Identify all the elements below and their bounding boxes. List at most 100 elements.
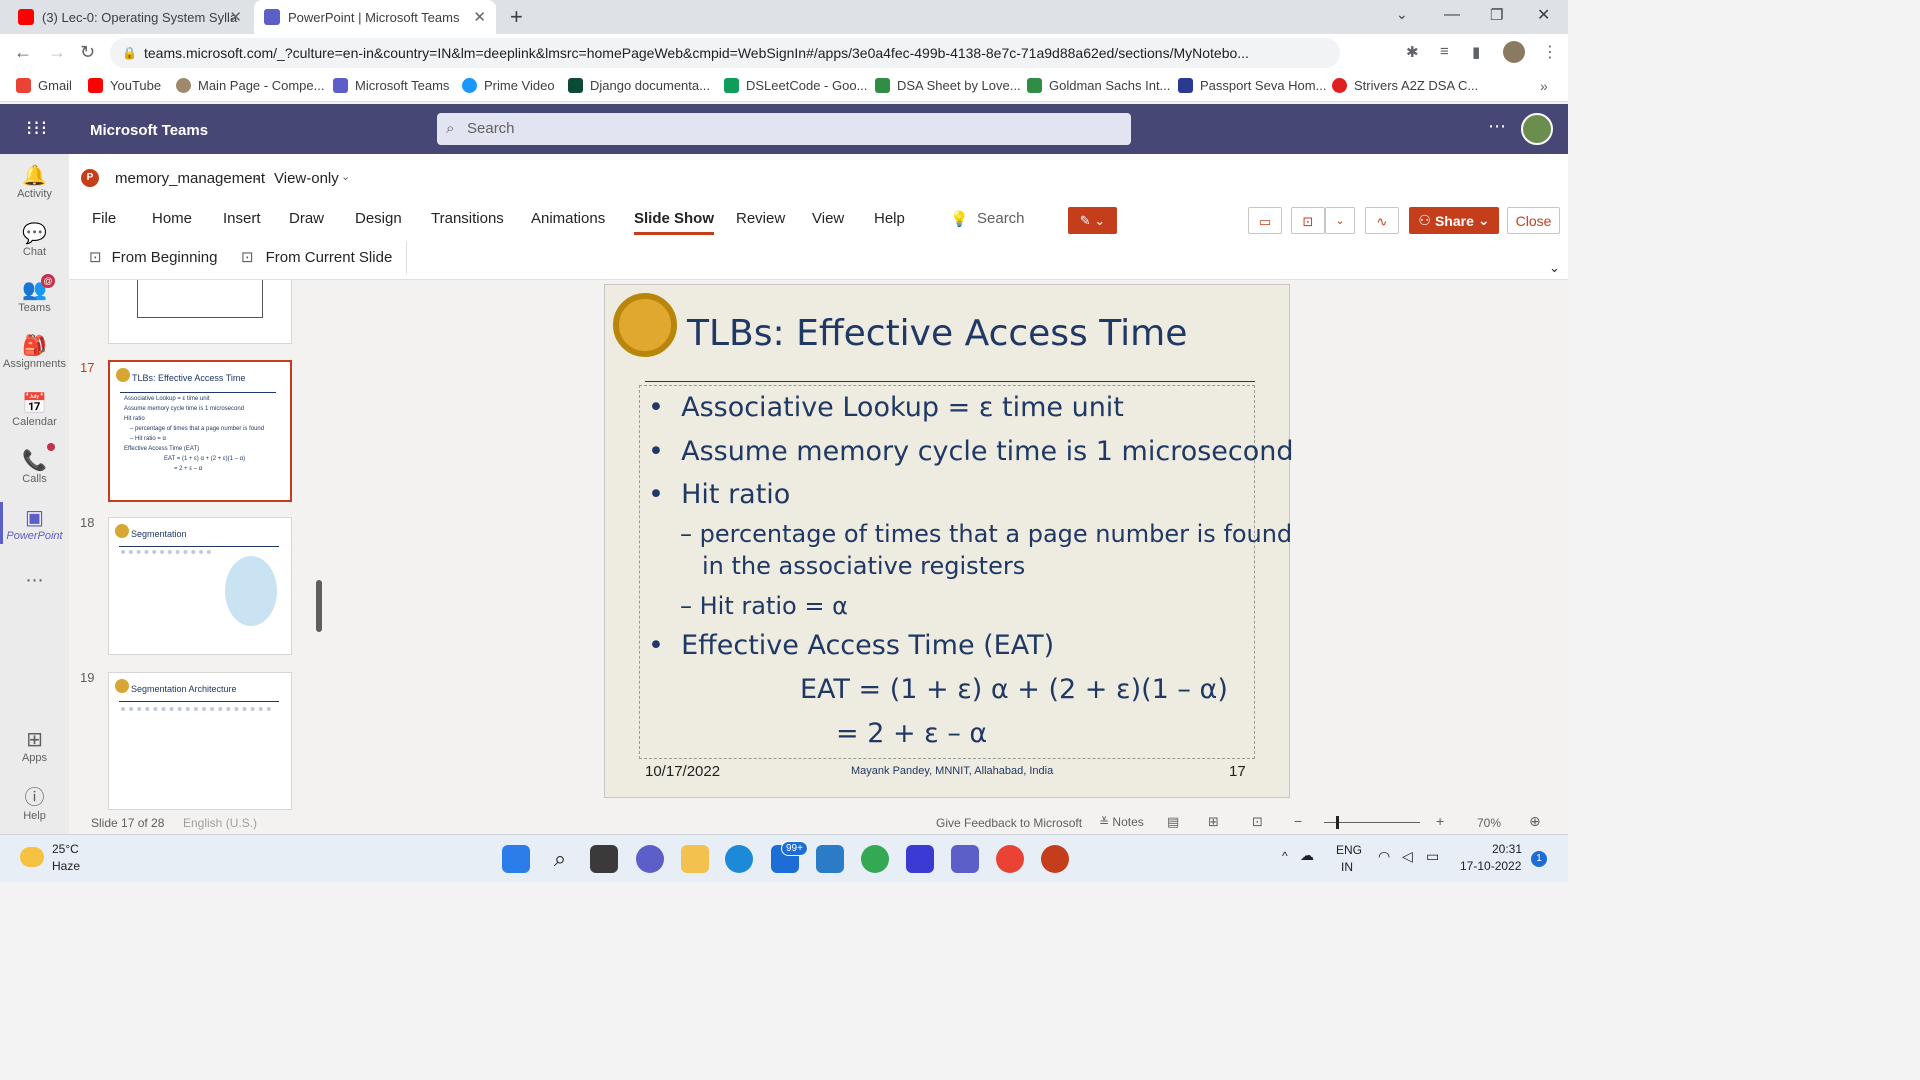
weather-text[interactable]: Haze (52, 859, 80, 873)
menu-home[interactable]: Home (152, 210, 192, 227)
reading-view-icon[interactable]: ⊡ (1252, 814, 1263, 830)
rail-activity[interactable]: 🔔 Activity (0, 164, 69, 200)
new-tab-icon[interactable]: + (510, 4, 523, 30)
close-button[interactable]: Close (1507, 207, 1560, 234)
rail-apps[interactable]: ⊞ Apps (0, 728, 69, 764)
feedback-link[interactable]: Give Feedback to Microsoft (936, 816, 1082, 830)
thumbnail-slide-17[interactable]: TLBs: Effective Access Time Associative … (108, 360, 292, 502)
chrome-icon[interactable] (996, 845, 1024, 873)
bookmark-django[interactable]: Django documenta... (568, 78, 710, 93)
bookmark-teams[interactable]: Microsoft Teams (333, 78, 449, 93)
volume-icon[interactable]: ◁ (1402, 848, 1413, 865)
back-icon[interactable]: ← (14, 42, 32, 63)
menu-design[interactable]: Design (355, 210, 402, 227)
thumbnail-slide-16[interactable] (108, 280, 292, 344)
comments-icon[interactable]: ▭ (1248, 207, 1282, 234)
vscode-icon[interactable] (816, 845, 844, 873)
app-launcher-icon[interactable]: ⁝⁝⁝ (26, 116, 48, 141)
restore-icon[interactable]: ❐ (1490, 6, 1503, 24)
bookmark-main-page[interactable]: Main Page - Compe... (176, 78, 324, 93)
menu-review[interactable]: Review (736, 210, 785, 227)
task-view-icon[interactable] (590, 845, 618, 873)
tab-search-icon[interactable]: ⌄ (1396, 6, 1408, 23)
zoom-level[interactable]: 70% (1477, 816, 1501, 830)
search-icon[interactable]: ⌕ (546, 845, 574, 873)
normal-view-icon[interactable]: ▤ (1167, 814, 1179, 830)
present-icon[interactable]: ⊡ (1291, 207, 1325, 234)
bookmark-youtube[interactable]: YouTube (88, 78, 161, 93)
teams-chat-icon[interactable] (636, 845, 664, 873)
chrome-profile-icon[interactable] (861, 845, 889, 873)
share-button[interactable]: ⚇ Share ⌄ (1409, 207, 1499, 234)
bookmark-gmail[interactable]: Gmail (16, 78, 72, 93)
bookmark-dsleetcode[interactable]: DSLeetCode - Goo... (724, 78, 867, 93)
menu-insert[interactable]: Insert (223, 210, 261, 227)
rail-teams[interactable]: 👥 Teams @ (0, 274, 69, 314)
notes-button[interactable]: ≚ Notes (1099, 815, 1144, 829)
sidepanel-icon[interactable]: ▮ (1472, 43, 1480, 61)
editing-mode-button[interactable]: ✎ ⌄ (1068, 207, 1117, 234)
rail-assignments[interactable]: 🎒 Assignments (0, 334, 69, 370)
from-beginning-button[interactable]: ⊡ From Beginning (89, 248, 217, 267)
bookmark-prime-video[interactable]: Prime Video (462, 78, 555, 93)
url-field[interactable]: 🔒 teams.microsoft.com/_?culture=en-in&co… (110, 38, 1340, 68)
fit-slide-icon[interactable]: ⊕ (1529, 813, 1541, 830)
clock-date[interactable]: 17-10-2022 (1460, 859, 1521, 873)
teams-icon[interactable] (951, 845, 979, 873)
thumbnail-slide-18[interactable]: Segmentation (108, 517, 292, 655)
zoom-out-icon[interactable]: − (1294, 813, 1302, 829)
onedrive-icon[interactable]: ☁ (1300, 847, 1314, 864)
start-icon[interactable] (502, 845, 530, 873)
view-mode[interactable]: View-only (274, 170, 339, 187)
battery-icon[interactable]: ▭ (1426, 848, 1439, 865)
tray-chevron-icon[interactable]: ^ (1282, 849, 1288, 863)
teams-search-input[interactable]: ⌕ Search (437, 113, 1131, 145)
close-tab-icon[interactable]: ✕ (229, 8, 242, 26)
rail-more[interactable]: ⋯ (0, 570, 69, 591)
activity-icon[interactable]: ∿ (1365, 207, 1399, 234)
from-current-slide-button[interactable]: ⊡ From Current Slide (241, 248, 392, 267)
bookmark-strivers[interactable]: Strivers A2Z DSA C... (1332, 78, 1478, 93)
close-window-icon[interactable]: ✕ (1537, 5, 1550, 25)
menu-slide-show[interactable]: Slide Show (634, 210, 715, 235)
menu-draw[interactable]: Draw (289, 210, 324, 227)
menu-view[interactable]: View (812, 210, 844, 227)
menu-help[interactable]: Help (874, 210, 905, 227)
menu-animations[interactable]: Animations (531, 210, 605, 227)
close-tab-icon[interactable]: ✕ (473, 8, 486, 26)
tab-youtube[interactable]: (3) Lec-0: Operating System Sylla ✕ (8, 0, 252, 34)
rail-help[interactable]: ⓘ Help (0, 786, 69, 822)
bookmark-dsa-sheet[interactable]: DSA Sheet by Love... (875, 78, 1021, 93)
present-dropdown-icon[interactable]: ⌄ (1325, 207, 1355, 234)
powerpoint-icon[interactable] (1041, 845, 1069, 873)
menu-file[interactable]: File (92, 210, 116, 227)
input-language[interactable]: ENG (1336, 843, 1362, 857)
bookmark-goldman[interactable]: Goldman Sachs Int... (1027, 78, 1170, 93)
media-icon[interactable]: ≡ (1440, 43, 1449, 60)
ribbon-collapse-icon[interactable]: ⌄ (1549, 260, 1560, 276)
file-explorer-icon[interactable] (681, 845, 709, 873)
rail-powerpoint[interactable]: ▣ PowerPoint (0, 502, 69, 544)
bookmark-passport[interactable]: Passport Seva Hom... (1178, 78, 1326, 93)
slide-sorter-icon[interactable]: ⊞ (1208, 814, 1219, 830)
edge-icon[interactable] (725, 845, 753, 873)
reload-icon[interactable]: ↻ (80, 42, 95, 63)
more-options-icon[interactable]: ⋯ (1488, 116, 1506, 137)
input-region[interactable]: IN (1341, 860, 1353, 874)
rail-chat[interactable]: 💬 Chat (0, 222, 69, 258)
minimize-icon[interactable]: — (1444, 6, 1460, 24)
temperature[interactable]: 25°C (52, 842, 79, 856)
zoom-in-icon[interactable]: + (1436, 813, 1444, 829)
user-avatar[interactable] (1521, 113, 1553, 145)
menu-transitions[interactable]: Transitions (431, 210, 504, 227)
zoom-slider[interactable] (1324, 816, 1420, 829)
rail-calls[interactable]: 📞 Calls (0, 443, 69, 485)
profile-avatar[interactable] (1503, 41, 1525, 63)
notification-badge[interactable]: 1 (1531, 851, 1547, 867)
browser-menu-icon[interactable]: ⋮ (1542, 42, 1558, 62)
forward-icon[interactable]: → (48, 42, 66, 63)
tab-teams[interactable]: PowerPoint | Microsoft Teams ✕ (254, 0, 496, 34)
chevron-down-icon[interactable]: ⌄ (341, 170, 350, 183)
more-bookmarks-icon[interactable]: » (1540, 78, 1548, 94)
wifi-icon[interactable]: ◠ (1378, 848, 1390, 865)
